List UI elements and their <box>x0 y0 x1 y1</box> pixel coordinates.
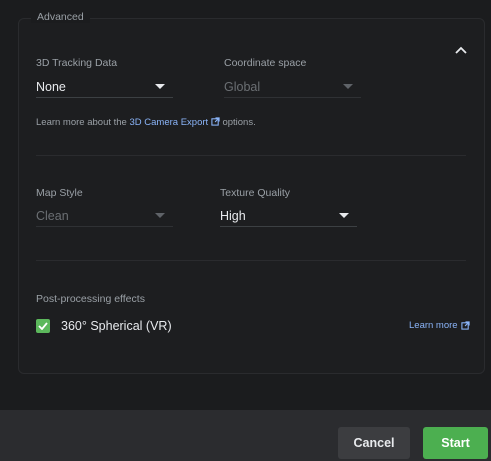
advanced-section: Advanced 3D Tracking Data None Coordinat… <box>18 11 485 374</box>
help-text: Learn more about the 3D Camera Export op… <box>36 117 256 128</box>
coordinate-select[interactable]: Global <box>224 76 361 98</box>
coordinate-value: Global <box>224 79 261 94</box>
dialog-footer <box>0 410 491 461</box>
caret-down-icon <box>339 213 349 218</box>
learn-more-text: Learn more <box>409 320 458 331</box>
tracking-field: 3D Tracking Data <box>36 57 117 69</box>
cancel-button[interactable]: Cancel <box>338 427 410 459</box>
map-style-field: Map Style <box>36 187 83 199</box>
help-link[interactable]: 3D Camera Export <box>129 117 208 128</box>
caret-down-icon <box>155 213 165 218</box>
spherical-label[interactable]: 360° Spherical (VR) <box>61 319 172 333</box>
texture-value: High <box>220 208 246 223</box>
post-field: Post-processing effects <box>36 293 145 305</box>
help-suffix: options. <box>222 117 256 128</box>
coordinate-field: Coordinate space <box>224 57 306 69</box>
divider <box>36 155 466 156</box>
external-link-icon[interactable] <box>211 117 220 126</box>
texture-select[interactable]: High <box>220 205 357 227</box>
texture-label: Texture Quality <box>220 187 291 199</box>
checkmark-icon <box>38 322 48 330</box>
coordinate-label: Coordinate space <box>224 57 307 69</box>
tracking-value: None <box>36 79 66 94</box>
help-prefix: Learn more about the <box>36 117 130 128</box>
map-style-select[interactable]: Clean <box>36 205 173 227</box>
learn-more-link[interactable]: Learn more <box>409 320 470 331</box>
caret-down-icon <box>155 84 165 89</box>
section-title: Advanced <box>31 11 90 23</box>
external-link-icon <box>460 321 470 330</box>
caret-down-icon <box>343 84 353 89</box>
chevron-up-icon <box>455 46 467 54</box>
start-button[interactable]: Start <box>423 427 488 459</box>
post-label: Post-processing effects <box>36 293 145 305</box>
divider <box>36 260 466 261</box>
spherical-checkbox[interactable] <box>36 319 50 333</box>
collapse-button[interactable] <box>452 41 470 59</box>
tracking-select[interactable]: None <box>36 76 173 98</box>
map-style-value: Clean <box>36 208 69 223</box>
map-style-label: Map Style <box>36 187 83 199</box>
tracking-label: 3D Tracking Data <box>36 57 118 69</box>
texture-field: Texture Quality <box>220 187 290 199</box>
